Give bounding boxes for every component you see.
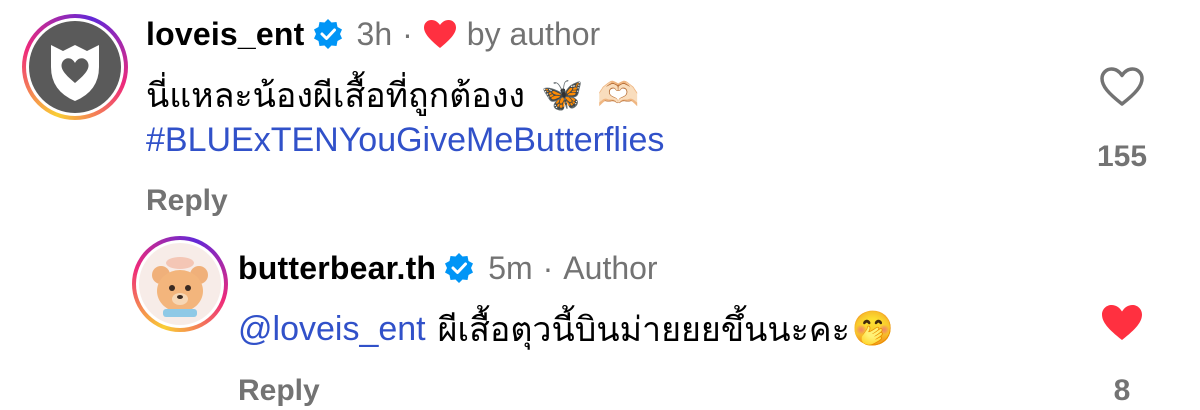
verified-badge-icon xyxy=(313,19,342,49)
like-count: 155 xyxy=(1096,140,1148,173)
separator-dot: · xyxy=(542,249,554,286)
avatar-butterbear-th[interactable] xyxy=(132,236,228,332)
liked-by-author-label: by author xyxy=(466,15,601,52)
reply-username[interactable]: butterbear.th xyxy=(238,250,436,287)
heart-hands-emoji: 🫶🏻 xyxy=(597,76,640,114)
comment-text: นี่แหละน้องผีเสื้อที่ถูกต้องง xyxy=(146,77,525,115)
comment-username[interactable]: loveis_ent xyxy=(146,16,305,53)
reply-time: 5m xyxy=(488,249,533,286)
like-heart-filled-icon[interactable] xyxy=(1099,302,1145,344)
like-count: 8 xyxy=(1113,374,1131,407)
like-heart-outline-icon[interactable] xyxy=(1099,66,1145,108)
comment-loveis-ent: loveis_ent 3h · by author นี่แหละน้องผีเ… xyxy=(0,0,1200,230)
mention-link[interactable]: @loveis_ent xyxy=(238,310,426,349)
avatar-loveis-ent[interactable] xyxy=(22,14,128,120)
reply-button[interactable]: Reply xyxy=(146,184,228,218)
separator-dot: · xyxy=(402,15,413,52)
comment-time: 3h xyxy=(356,15,393,52)
comment-butterbear-th: butterbear.th 5m · Author @loveis_ent ผี… xyxy=(0,230,1200,410)
reply-text: ผีเสื้อตุวนี้บินม่ายยยขึ้นนะคะ xyxy=(437,311,850,349)
reply-button[interactable]: Reply xyxy=(238,374,320,408)
butterfly-emoji: 🦋 xyxy=(540,76,584,114)
hashtag-link[interactable]: #BLUExTENYouGiveMeButterflies xyxy=(146,121,664,160)
author-label: Author xyxy=(563,249,658,286)
hand-over-mouth-emoji: 🤭 xyxy=(851,310,895,348)
bear-avatar-icon xyxy=(139,243,221,325)
liked-by-author-heart-icon xyxy=(423,20,456,48)
heart-shield-logo-icon xyxy=(29,21,121,113)
verified-badge-icon xyxy=(445,253,474,283)
